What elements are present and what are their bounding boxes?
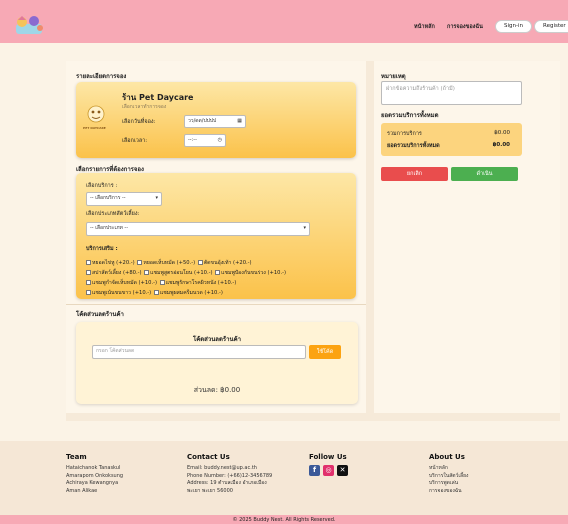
addon-item[interactable]: แชมพูป้องกันขนร่วง (+10.-) (215, 268, 286, 278)
chevron-down-icon: ▾ (303, 225, 306, 231)
navbar: หน้าหลัก การจองของฉัน Sign-in Register (0, 0, 568, 43)
time-label: เลือกเวลา: (122, 138, 148, 144)
pet-type-select[interactable]: -- เลือกประเภท -- ▾ (86, 222, 310, 236)
note-textarea[interactable]: ฝากข้อความถึงร้านค้า (ถ้ามี) (381, 81, 522, 105)
note-placeholder: ฝากข้อความถึงร้านค้า (ถ้ามี) (386, 86, 455, 92)
date-input-value: วว/ดด/ปปปป (188, 118, 217, 124)
contact-address: Address: 19 ตำบลเมือง อำเภอเมือง (187, 480, 267, 486)
signin-button[interactable]: Sign-in (495, 20, 532, 33)
shop-subtitle: เลือกเวลาทำการจอง (122, 104, 167, 110)
service-select-value: -- เลือกบริการ -- (90, 195, 126, 201)
service-total-value: ฿0.00 (494, 130, 510, 136)
footer-about: About Us หน้าหลัก บริการในสัตว์เลี้ยง บร… (429, 453, 469, 495)
contact-email: Email: buddy.nest@up.ac.th (187, 465, 257, 471)
addon-item[interactable]: แชมพูสูตรอ่อนโยน (+10.-) (144, 268, 213, 278)
addon-checkbox[interactable] (197, 259, 203, 265)
time-input[interactable]: --:-- ◷ (184, 134, 226, 147)
summary-panel: หมายเหตุ ฝากข้อความถึงร้านค้า (ถ้ามี) ยอ… (374, 61, 560, 413)
addon-item[interactable]: แชมพูผสมครีมนวด (+10.-) (153, 288, 223, 298)
pet-type-select-value: -- เลือกประเภท -- (90, 225, 129, 231)
about-link[interactable]: บริการพูดเล่น (429, 480, 469, 488)
about-link[interactable]: การจองของฉัน (429, 488, 469, 496)
footer-about-title: About Us (429, 453, 465, 461)
team-member: Achiraya Kewangnya (66, 480, 119, 486)
addons-label: บริการเสริม : (86, 246, 118, 252)
services-card: เลือกบริการ : -- เลือกบริการ -- ▾ เลือกป… (76, 173, 356, 299)
booking-details-title: รายละเอียดการจอง (76, 73, 127, 80)
addon-checkbox[interactable] (153, 289, 159, 295)
discount-code-input[interactable]: กรอก โค้ดส่วนลด (92, 345, 306, 359)
discount-amount: ส่วนลด: ฿0.00 (193, 386, 241, 394)
addon-checkbox[interactable] (144, 269, 150, 275)
discount-section-title: โค้ดส่วนลดร้านค้า (76, 311, 124, 318)
addon-checkbox[interactable] (86, 289, 91, 295)
team-member: Hataichanok Tanaskul (66, 465, 121, 471)
footer-follow: Follow Us f ◎ ✕ (309, 453, 351, 476)
note-title: หมายเหตุ (381, 73, 406, 80)
service-label: เลือกบริการ : (86, 183, 118, 189)
addon-checkbox[interactable] (159, 279, 165, 285)
cancel-button[interactable]: ยกเลิก (381, 167, 448, 181)
instagram-icon[interactable]: ◎ (323, 465, 334, 476)
footer-contact-title: Contact Us (187, 453, 230, 461)
buddy-nest-logo-icon[interactable] (14, 14, 46, 36)
register-button[interactable]: Register (534, 20, 568, 33)
clock-icon[interactable]: ◷ (218, 135, 222, 146)
x-twitter-icon[interactable]: ✕ (337, 465, 348, 476)
addon-item[interactable]: สปาสัตว์เลี้ยง (+80.-) (86, 268, 142, 278)
chevron-down-icon: ▾ (155, 195, 158, 201)
date-input[interactable]: วว/ดด/ปปปป ▦ (184, 115, 246, 128)
discount-card: โค้ดส่วนลดร้านค้า กรอก โค้ดส่วนลด ใช้โค้… (76, 322, 358, 404)
addon-item[interactable]: แชมพูกำจัดเห็บหมัด (+10.-) (86, 278, 157, 288)
addon-item[interactable]: แชมพูรักษาโรคผิวหนัง (+10.-) (159, 278, 236, 288)
addon-item[interactable]: ตัดขนอุ้งเท้า (+20.-) (197, 258, 252, 268)
shop-logo-icon (87, 105, 105, 123)
section-divider (66, 304, 366, 305)
contact-phone: Phone Number: (+66)12-3456789 (187, 472, 273, 479)
discount-code-placeholder: กรอก โค้ดส่วนลด (96, 348, 135, 354)
addon-checkbox[interactable] (86, 279, 91, 285)
service-total-label: รวมการบริการ (387, 131, 422, 137)
addon-checkbox[interactable] (215, 269, 221, 275)
discount-card-title: โค้ดส่วนลดร้านค้า (193, 336, 241, 343)
nav-home-link[interactable]: หน้าหลัก (414, 23, 435, 31)
facebook-icon[interactable]: f (309, 465, 320, 476)
addons-list: หยอดไข่หู (+20.-) หยอดเห็บหมัด (+50.-) ต… (86, 258, 314, 298)
summary-title: ยอดรวมบริการทั้งหมด (381, 112, 439, 119)
shop-logo-label: PET DAYCARE (83, 126, 106, 130)
service-select[interactable]: -- เลือกบริการ -- ▾ (86, 192, 162, 206)
grand-total-label: ยอดรวมบริการทั้งหมด (387, 143, 440, 149)
footer-team-title: Team (66, 453, 87, 461)
addon-item[interactable]: แชมพูเน้นขนขาว (+10.-) (86, 288, 151, 298)
apply-code-button[interactable]: ใช้โค้ด (309, 345, 341, 359)
footer-follow-title: Follow Us (309, 453, 347, 461)
team-member: Amarapom Onkoksung (66, 472, 124, 479)
calendar-icon[interactable]: ▦ (237, 116, 242, 127)
pet-type-label: เลือกประเภทสัตว์เลี้ยง: (86, 211, 140, 217)
addon-checkbox[interactable] (86, 259, 91, 265)
booking-container: รายละเอียดการจอง PET DAYCARE ร้าน Pet Da… (66, 61, 560, 421)
addon-checkbox[interactable] (137, 259, 143, 265)
booking-form-panel: รายละเอียดการจอง PET DAYCARE ร้าน Pet Da… (66, 61, 366, 413)
footer-contact: Contact Us Email: buddy.nest@up.ac.th Ph… (187, 453, 272, 495)
grand-total-value: ฿0.00 (492, 142, 510, 148)
contact-address-2: พะเยา พะเยา 56000 (187, 487, 233, 494)
summary-box: รวมการบริการ ฿0.00 ยอดรวมบริการทั้งหมด ฿… (381, 123, 522, 156)
shop-card: PET DAYCARE ร้าน Pet Daycare เลือกเวลาทำ… (76, 82, 356, 158)
time-input-value: --:-- (188, 137, 197, 143)
team-member: Aman Alikae (66, 487, 98, 494)
footer-team: Team Hataichanok Tanaskul Amarapom Onkok… (66, 453, 123, 495)
addon-item[interactable]: หยอดไข่หู (+20.-) (86, 258, 135, 268)
date-label: เลือกวันที่จอง: (122, 119, 156, 125)
nav-my-bookings-link[interactable]: การจองของฉัน (447, 23, 483, 31)
addon-checkbox[interactable] (86, 269, 91, 275)
copyright-bar: © 2025 Buddy Nest. All Rights Reserved. (0, 515, 568, 524)
addon-item[interactable]: หยอดเห็บหมัด (+50.-) (137, 258, 195, 268)
confirm-button[interactable]: ดำเนิน (451, 167, 518, 181)
about-link[interactable]: หน้าหลัก (429, 465, 469, 473)
footer: Team Hataichanok Tanaskul Amarapom Onkok… (0, 441, 568, 515)
about-link[interactable]: บริการในสัตว์เลี้ยง (429, 473, 469, 481)
